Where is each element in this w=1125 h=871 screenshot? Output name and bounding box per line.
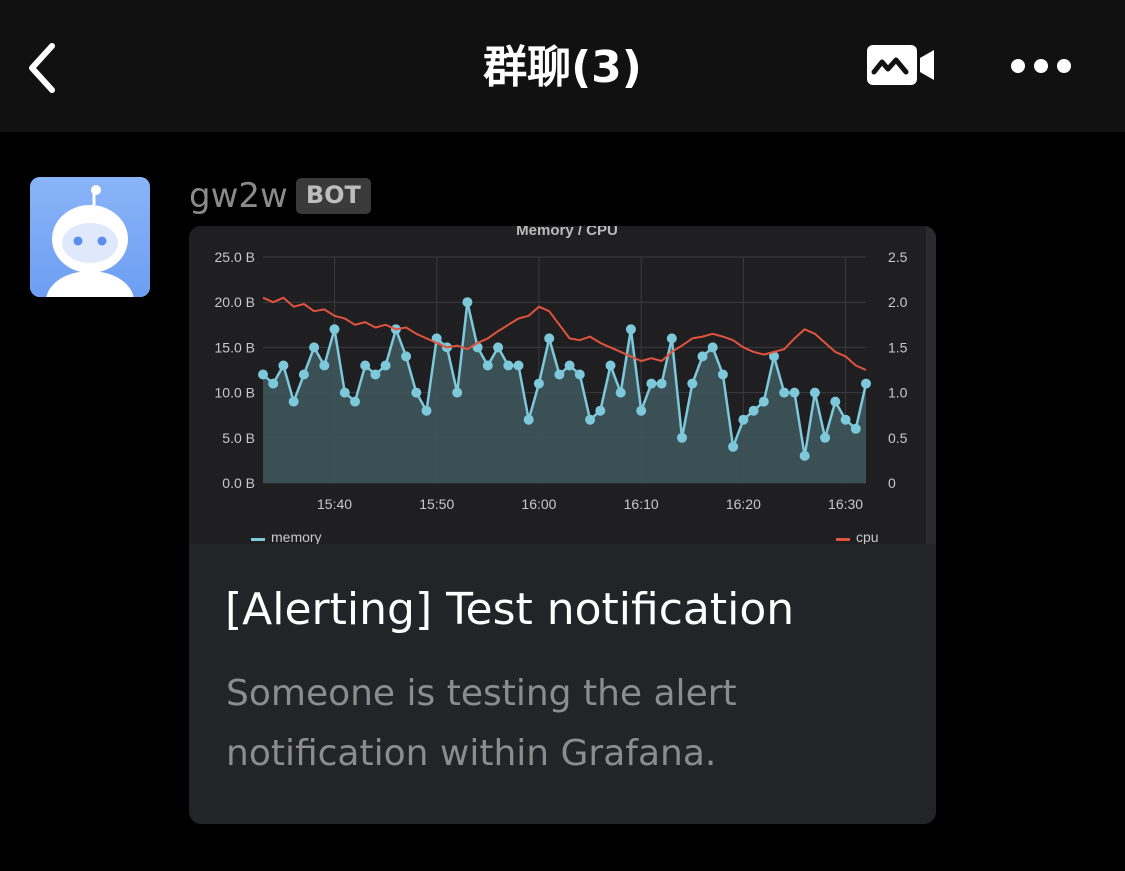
memory-point	[717, 369, 728, 380]
avatar[interactable]	[30, 177, 150, 297]
legend-swatch-memory	[251, 538, 265, 541]
message-card[interactable]: Memory / CPU 0.0 B 5.0 B 10.0 B 15.0 B 20.0 …	[189, 226, 936, 824]
memory-point	[278, 360, 289, 371]
legend-label-cpu: cpu	[856, 529, 879, 544]
page-title: 群聊(3)	[483, 42, 642, 93]
chart-image: Memory / CPU 0.0 B 5.0 B 10.0 B 15.0 B 20.0 …	[189, 226, 936, 544]
memory-point	[830, 396, 841, 407]
memory-point	[533, 378, 544, 389]
x-tick-label: 15:50	[419, 496, 454, 512]
memory-point	[421, 405, 432, 416]
y-tick-label-left: 10.0 B	[215, 385, 255, 401]
memory-point	[779, 387, 790, 398]
y-tick-label-left: 5.0 B	[222, 430, 255, 446]
memory-point	[309, 342, 320, 353]
memory-point	[585, 414, 596, 425]
memory-point	[503, 360, 514, 371]
memory-point	[687, 378, 698, 389]
chart-title: Memory / CPU	[516, 226, 618, 239]
memory-point	[350, 396, 360, 407]
memory-point	[298, 369, 309, 380]
memory-point	[360, 360, 371, 371]
memory-point	[370, 369, 381, 380]
y-tick-label-right: 0.5	[888, 430, 908, 446]
memory-point	[738, 414, 749, 425]
chevron-left-icon	[29, 43, 55, 93]
memory-point	[615, 387, 626, 398]
y-tick-label-right: 2.5	[888, 249, 908, 265]
memory-point	[820, 432, 831, 443]
x-tick-label: 16:20	[726, 496, 761, 512]
memory-point	[380, 360, 391, 371]
sender-name[interactable]: gw2w	[189, 176, 288, 216]
memory-point	[339, 387, 350, 398]
memory-point	[595, 405, 606, 416]
y-tick-label-right: 1.0	[888, 385, 908, 401]
back-button[interactable]	[22, 38, 66, 98]
y-tick-label-right: 2.0	[888, 294, 908, 310]
memory-point	[258, 369, 268, 380]
top-bar: 群聊(3)	[0, 0, 1125, 132]
memory-point	[554, 369, 565, 380]
bot-badge: BOT	[295, 178, 371, 214]
y-tick-label-left: 0.0 B	[222, 475, 255, 491]
memory-point	[707, 342, 718, 353]
video-call-icon	[867, 45, 934, 85]
memory-point	[666, 333, 677, 344]
more-options-button[interactable]	[1004, 46, 1078, 86]
legend-swatch-cpu	[836, 538, 850, 541]
memory-point	[697, 351, 708, 362]
memory-point	[789, 387, 800, 398]
memory-point	[544, 333, 555, 344]
video-call-button[interactable]	[864, 42, 940, 88]
memory-point	[493, 342, 504, 353]
card-description: Someone is testing the alert notificatio…	[226, 673, 737, 774]
memory-point	[411, 387, 422, 398]
more-dots-icon	[1011, 59, 1071, 73]
memory-point	[462, 297, 473, 308]
memory-point	[636, 405, 647, 416]
memory-point	[401, 351, 412, 362]
memory-point	[605, 360, 616, 371]
memory-point	[758, 396, 769, 407]
x-tick-label: 16:00	[521, 496, 556, 512]
legend-label-memory: memory	[271, 529, 322, 544]
robot-avatar-icon	[30, 177, 150, 297]
y-tick-label-right: 1.5	[888, 339, 908, 355]
memory-point	[861, 378, 871, 389]
memory-point	[850, 423, 861, 434]
memory-point	[319, 360, 330, 371]
y-tick-label-left: 15.0 B	[215, 339, 255, 355]
memory-point	[646, 378, 657, 389]
memory-point	[728, 441, 739, 452]
y-tick-label-left: 20.0 B	[215, 294, 255, 310]
memory-point	[799, 450, 810, 461]
y-tick-label-left: 25.0 B	[215, 249, 255, 265]
memory-point	[625, 324, 636, 335]
memory-point	[564, 360, 575, 371]
memory-point	[677, 432, 687, 443]
memory-point	[329, 324, 340, 335]
memory-point	[574, 369, 585, 380]
y-tick-label-right: 0	[888, 475, 896, 491]
memory-point	[482, 360, 493, 371]
memory-point	[523, 414, 534, 425]
memory-cpu-chart: Memory / CPU 0.0 B 5.0 B 10.0 B 15.0 B 20.0 …	[189, 226, 936, 544]
card-title: [Alerting] Test notification	[225, 584, 795, 635]
memory-point	[268, 378, 279, 389]
memory-point	[656, 378, 667, 389]
memory-point	[748, 405, 759, 416]
memory-point	[513, 360, 524, 371]
x-tick-label: 16:10	[624, 496, 659, 512]
memory-point	[452, 387, 463, 398]
sender-row: gw2w BOT	[189, 174, 371, 218]
memory-point	[809, 387, 820, 398]
x-tick-label: 15:40	[317, 496, 352, 512]
x-tick-label: 16:30	[828, 496, 863, 512]
memory-point	[840, 414, 851, 425]
memory-point	[288, 396, 299, 407]
